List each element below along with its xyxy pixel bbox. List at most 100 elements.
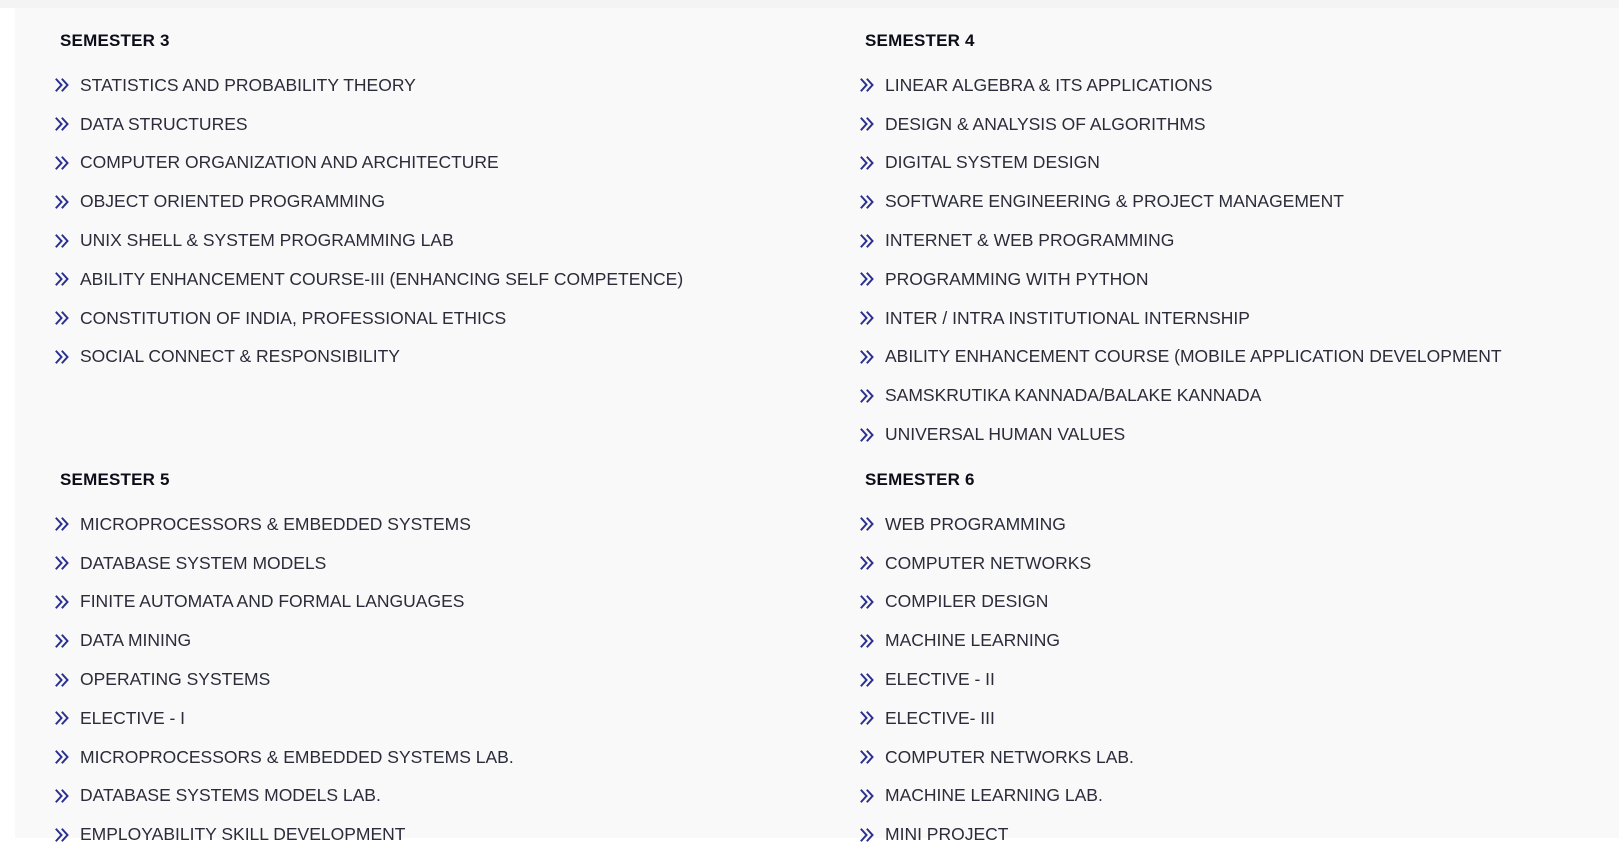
- course-label: MACHINE LEARNING LAB.: [885, 785, 1103, 806]
- course-item: MICROPROCESSORS & EMBEDDED SYSTEMS LAB.: [55, 738, 514, 777]
- semester-title: SEMESTER 4: [865, 31, 975, 50]
- course-item: COMPUTER NETWORKS LAB.: [860, 738, 1134, 777]
- course-item: COMPILER DESIGN: [860, 583, 1134, 622]
- course-label: STATISTICS AND PROBABILITY THEORY: [80, 74, 416, 95]
- course-list: WEB PROGRAMMING COMPUTER NETWORKS COMPILER…: [860, 505, 1134, 854]
- double-chevron-right-icon: [860, 427, 874, 442]
- course-label: OPERATING SYSTEMS: [80, 669, 271, 690]
- double-chevron-right-icon: [55, 117, 69, 132]
- course-label: UNIX SHELL & SYSTEM PROGRAMMING LAB: [80, 230, 454, 251]
- course-item: CONSTITUTION OF INDIA, PROFESSIONAL ETHI…: [55, 299, 683, 338]
- course-item: ELECTIVE - II: [860, 660, 1134, 699]
- course-label: COMPILER DESIGN: [885, 591, 1049, 612]
- double-chevron-right-icon: [860, 311, 874, 326]
- course-label: SOCIAL CONNECT & RESPONSIBILITY: [80, 346, 400, 367]
- course-item: COMPUTER ORGANIZATION AND ARCHITECTURE: [55, 144, 683, 183]
- course-list: STATISTICS AND PROBABILITY THEORY DATA ST…: [55, 66, 683, 376]
- semester-title: SEMESTER 3: [60, 31, 170, 50]
- double-chevron-right-icon: [55, 750, 69, 765]
- course-item: MICROPROCESSORS & EMBEDDED SYSTEMS: [55, 505, 514, 544]
- course-item: LINEAR ALGEBRA & ITS APPLICATIONS: [860, 66, 1502, 105]
- course-label: MINI PROJECT: [885, 824, 1009, 845]
- double-chevron-right-icon: [55, 156, 69, 170]
- double-chevron-right-icon: [860, 194, 874, 209]
- course-item: DATABASE SYSTEMS MODELS LAB.: [55, 777, 514, 816]
- semester-3: SEMESTER 3 STATISTICS AND PROBABILITY TH…: [55, 28, 683, 376]
- semester-5: SEMESTER 5 MICROPROCESSORS & EMBEDDED SY…: [55, 467, 514, 854]
- double-chevron-right-icon: [860, 750, 874, 765]
- course-item: MACHINE LEARNING: [860, 621, 1134, 660]
- double-chevron-right-icon: [860, 350, 874, 364]
- course-label: ABILITY ENHANCEMENT COURSE-III (ENHANCIN…: [80, 268, 684, 289]
- course-item: STATISTICS AND PROBABILITY THEORY: [55, 66, 683, 105]
- course-item: ELECTIVE - I: [55, 699, 514, 738]
- course-item: SOCIAL CONNECT & RESPONSIBILITY: [55, 338, 683, 377]
- double-chevron-right-icon: [55, 827, 69, 842]
- course-label: MICROPROCESSORS & EMBEDDED SYSTEMS LAB.: [80, 746, 514, 767]
- course-label: DATABASE SYSTEMS MODELS LAB.: [80, 785, 381, 806]
- course-label: COMPUTER NETWORKS: [885, 552, 1092, 573]
- double-chevron-right-icon: [860, 272, 874, 287]
- double-chevron-right-icon: [55, 350, 69, 364]
- double-chevron-right-icon: [55, 311, 69, 326]
- double-chevron-right-icon: [860, 633, 874, 648]
- double-chevron-right-icon: [55, 233, 69, 248]
- double-chevron-right-icon: [860, 595, 874, 609]
- course-list: MICROPROCESSORS & EMBEDDED SYSTEMS DATABA…: [55, 505, 514, 854]
- semester-title: SEMESTER 5: [60, 470, 170, 489]
- double-chevron-right-icon: [55, 633, 69, 648]
- course-item: WEB PROGRAMMING: [860, 505, 1134, 544]
- course-label: UNIVERSAL HUMAN VALUES: [885, 424, 1126, 445]
- course-item: ELECTIVE- III: [860, 699, 1134, 738]
- course-label: FINITE AUTOMATA AND FORMAL LANGUAGES: [80, 591, 465, 612]
- course-label: MACHINE LEARNING: [885, 630, 1061, 651]
- top-band: [0, 0, 1619, 8]
- course-label: PROGRAMMING WITH PYTHON: [885, 268, 1149, 289]
- course-label: MICROPROCESSORS & EMBEDDED SYSTEMS: [80, 513, 471, 534]
- double-chevron-right-icon: [55, 789, 69, 803]
- course-label: CONSTITUTION OF INDIA, PROFESSIONAL ETHI…: [80, 307, 507, 328]
- double-chevron-right-icon: [55, 517, 69, 532]
- course-label: DATA STRUCTURES: [80, 113, 248, 134]
- course-item: MINI PROJECT: [860, 815, 1134, 854]
- double-chevron-right-icon: [55, 672, 69, 687]
- course-item: ABILITY ENHANCEMENT COURSE-III (ENHANCIN…: [55, 260, 683, 299]
- double-chevron-right-icon: [860, 233, 874, 248]
- double-chevron-right-icon: [860, 672, 874, 687]
- course-item: UNIVERSAL HUMAN VALUES: [860, 415, 1502, 454]
- double-chevron-right-icon: [860, 711, 874, 726]
- double-chevron-right-icon: [860, 156, 874, 170]
- course-label: WEB PROGRAMMING: [885, 513, 1066, 534]
- course-item: PROGRAMMING WITH PYTHON: [860, 260, 1502, 299]
- course-label: COMPUTER NETWORKS LAB.: [885, 746, 1134, 767]
- course-item: DIGITAL SYSTEM DESIGN: [860, 144, 1502, 183]
- double-chevron-right-icon: [55, 272, 69, 287]
- course-item: EMPLOYABILITY SKILL DEVELOPMENT: [55, 815, 514, 854]
- course-item: COMPUTER NETWORKS: [860, 544, 1134, 583]
- course-label: ELECTIVE - I: [80, 707, 186, 728]
- semester-title: SEMESTER 6: [865, 470, 975, 489]
- double-chevron-right-icon: [55, 711, 69, 726]
- course-item: DATABASE SYSTEM MODELS: [55, 544, 514, 583]
- course-label: DIGITAL SYSTEM DESIGN: [885, 152, 1100, 173]
- course-item: ABILITY ENHANCEMENT COURSE (MOBILE APPLI…: [860, 338, 1502, 377]
- course-item: UNIX SHELL & SYSTEM PROGRAMMING LAB: [55, 221, 683, 260]
- course-item: INTER / INTRA INSTITUTIONAL INTERNSHIP: [860, 299, 1502, 338]
- course-item: DATA MINING: [55, 621, 514, 660]
- double-chevron-right-icon: [55, 556, 69, 571]
- course-label: COMPUTER ORGANIZATION AND ARCHITECTURE: [80, 152, 499, 173]
- course-item: MACHINE LEARNING LAB.: [860, 777, 1134, 816]
- course-label: DESIGN & ANALYSIS OF ALGORITHMS: [885, 113, 1206, 134]
- course-item: OPERATING SYSTEMS: [55, 660, 514, 699]
- course-label: ELECTIVE- III: [885, 707, 995, 728]
- course-label: OBJECT ORIENTED PROGRAMMING: [80, 191, 385, 212]
- course-label: ABILITY ENHANCEMENT COURSE (MOBILE APPLI…: [885, 346, 1502, 367]
- course-label: DATA MINING: [80, 630, 192, 651]
- double-chevron-right-icon: [55, 194, 69, 209]
- course-item: SAMSKRUTIKA KANNADA/BALAKE KANNADA: [860, 376, 1502, 415]
- course-item: DATA STRUCTURES: [55, 105, 683, 144]
- course-item: OBJECT ORIENTED PROGRAMMING: [55, 182, 683, 221]
- semester-6: SEMESTER 6 WEB PROGRAMMING COMPUTER NETWO…: [860, 467, 1134, 854]
- double-chevron-right-icon: [860, 78, 874, 93]
- course-label: SOFTWARE ENGINEERING & PROJECT MANAGEMEN…: [885, 191, 1344, 212]
